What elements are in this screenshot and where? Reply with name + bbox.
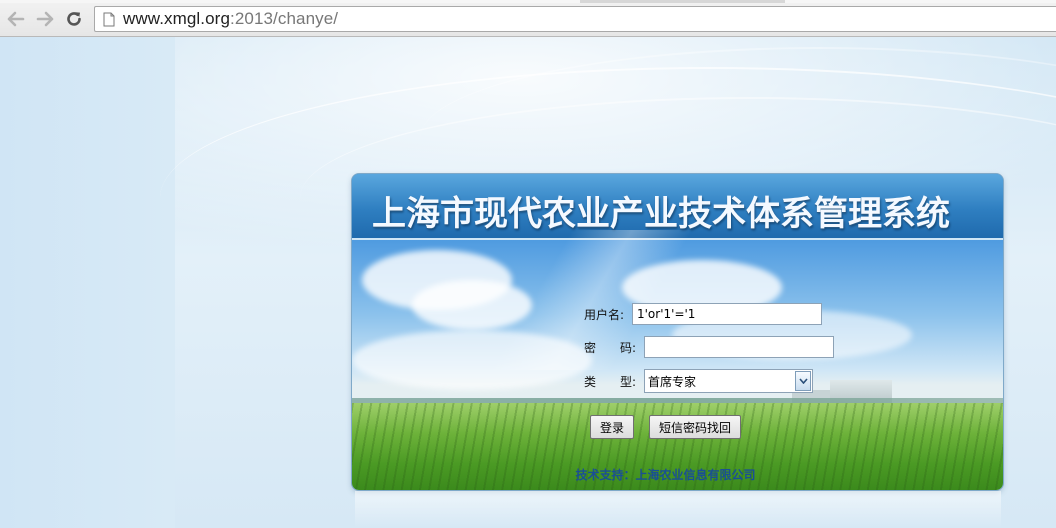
password-label: 密 码: [584, 340, 637, 355]
type-label: 类 型: [584, 374, 637, 389]
tech-support-footer: 技术支持：上海农业信息有限公司 [575, 468, 756, 482]
url-path: :2013/chanye/ [230, 9, 339, 28]
type-row: 类 型: 首席专家 [584, 369, 813, 393]
system-title: 上海市现代农业产业技术体系管理系统 [372, 194, 950, 234]
login-button[interactable]: 登录 [590, 415, 634, 439]
chevron-down-icon[interactable] [795, 371, 811, 391]
username-input[interactable] [632, 303, 822, 325]
username-row: 用户名: [584, 303, 822, 325]
panel-reflection [355, 491, 1001, 528]
password-row: 密 码: [584, 336, 834, 358]
password-input[interactable] [644, 336, 834, 358]
back-button[interactable] [5, 8, 27, 30]
reload-button[interactable] [63, 8, 85, 30]
type-selected-value: 首席专家 [648, 374, 697, 389]
forward-button[interactable] [34, 8, 56, 30]
arrow-right-icon [36, 11, 54, 27]
reload-icon [67, 12, 81, 26]
url-host: www.xmgl.org [123, 9, 231, 28]
tab-strip [0, 0, 1056, 3]
username-label: 用户名: [584, 307, 625, 322]
browser-toolbar: www.xmgl.org:2013/chanye/ [0, 0, 1056, 37]
type-select[interactable]: 首席专家 [644, 369, 813, 393]
arrow-left-icon [7, 11, 25, 27]
address-bar[interactable]: www.xmgl.org:2013/chanye/ [94, 6, 1056, 32]
background-band [0, 37, 175, 528]
cloud [352, 330, 592, 390]
farm-scene-image: 用户名: 密 码: 类 型: 首席专家 登录 短信密码找回 技术支持：上海农业信… [352, 230, 1003, 490]
sms-password-recover-button[interactable]: 短信密码找回 [649, 415, 741, 439]
url-text: www.xmgl.org:2013/chanye/ [123, 9, 338, 29]
login-panel: 上海市现代农业产业技术体系管理系统 用户名: 密 码: 类 型: 首席专家 [352, 174, 1003, 490]
cloud [412, 280, 532, 330]
page-icon [103, 12, 115, 27]
